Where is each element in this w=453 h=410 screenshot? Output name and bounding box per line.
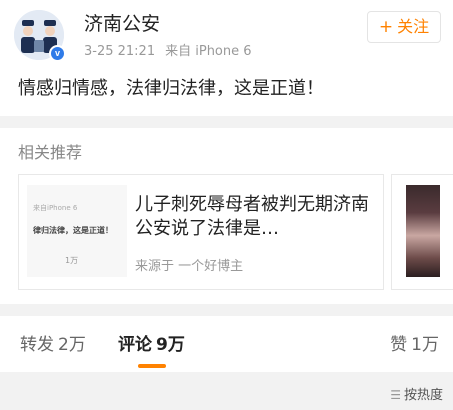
username[interactable]: 济南公安: [84, 12, 160, 36]
weibo-post: v 济南公安 3-25 21:21 来自 iPhone 6 + 关注 情感归情感，法…: [0, 0, 453, 116]
thumbnail-count: 1万: [65, 256, 79, 265]
post-meta: 3-25 21:21 来自 iPhone 6: [84, 44, 262, 60]
plus-icon: +: [378, 17, 394, 37]
verified-badge-icon: v: [49, 45, 66, 62]
post-date: 3-25 21:21: [84, 44, 156, 59]
tab-like-label: 赞: [390, 335, 408, 355]
tab-comment[interactable]: 评论 9万: [118, 334, 185, 356]
card-title: 儿子刺死辱母者被判无期济南公安说了法律是…: [135, 194, 369, 239]
recommend-card-partial[interactable]: [391, 174, 453, 290]
sort-label: 按热度: [403, 388, 443, 403]
card-thumbnail-image: [406, 185, 440, 277]
tab-comment-count: 9万: [156, 335, 185, 355]
sort-by-hotness[interactable]: ☰ 按热度: [390, 386, 443, 405]
recommend-card[interactable]: 来自iPhone 6 律归法律，这是正道！ 1万 儿子刺死辱母者被判无期济南公安…: [18, 174, 384, 290]
tab-like-count: 1万: [411, 335, 439, 355]
section-title: 相关推荐: [18, 143, 83, 162]
related-recommendations: 相关推荐 来自iPhone 6 律归法律，这是正道！ 1万 儿子刺死辱母者被判无…: [0, 128, 453, 304]
tab-forward-label: 转发: [20, 335, 54, 355]
card-thumbnail: 来自iPhone 6 律归法律，这是正道！ 1万: [27, 185, 127, 277]
tab-forward[interactable]: 转发 2万: [20, 334, 86, 356]
post-source: 来自 iPhone 6: [165, 44, 252, 59]
sort-lines-icon: ☰: [390, 388, 401, 402]
tab-comment-label: 评论: [118, 335, 152, 355]
active-tab-indicator: [138, 364, 166, 368]
tab-like[interactable]: 赞 1万: [390, 334, 439, 356]
follow-button[interactable]: + 关注: [367, 11, 441, 43]
thumbnail-text: 律归法律，这是正道！: [33, 226, 113, 235]
interaction-tabs: 转发 2万 评论 9万 赞 1万: [0, 316, 453, 372]
post-text: 情感归情感，法律归法律，这是正道！: [18, 78, 324, 99]
tab-forward-count: 2万: [58, 335, 86, 355]
follow-label: 关注: [397, 17, 430, 36]
thumbnail-source: 来自iPhone 6: [33, 204, 78, 212]
card-source: 来源于 一个好博主: [135, 259, 244, 274]
